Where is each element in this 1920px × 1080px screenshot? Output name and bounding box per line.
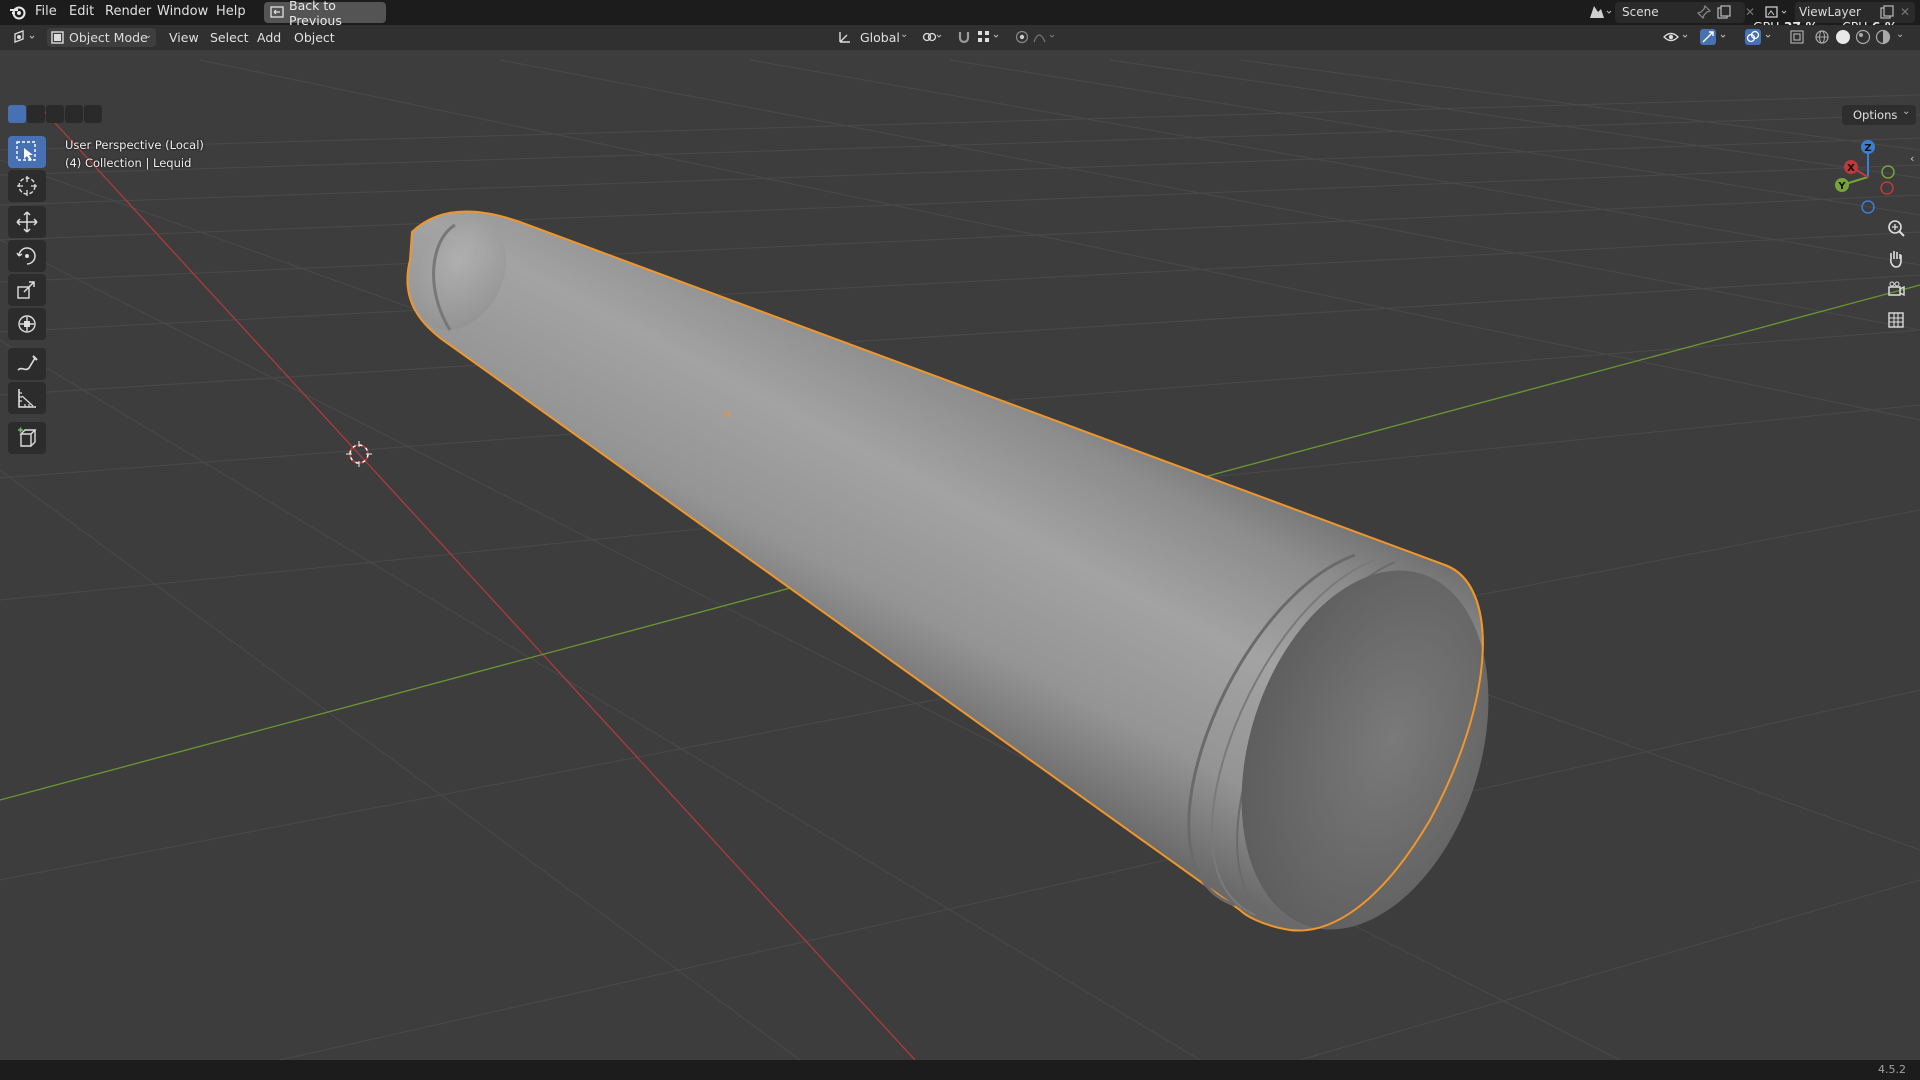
viewport-info-overlay: User Perspective (Local) (4) Collection …: [65, 136, 204, 172]
lequid-cylinder-object: [406, 210, 1489, 932]
select-box-tool[interactable]: [8, 136, 46, 168]
gizmo-neg-x-axis: [1880, 181, 1894, 195]
move-tool[interactable]: [8, 206, 46, 238]
select-extend-icon[interactable]: [27, 105, 45, 123]
scale-tool[interactable]: [8, 274, 46, 306]
snap-toggle-icon[interactable]: [957, 30, 971, 48]
measure-tool[interactable]: [8, 382, 46, 414]
menu-edit[interactable]: Edit: [69, 4, 94, 19]
pivot-point-icon[interactable]: [922, 30, 944, 48]
xray-toggle-icon[interactable]: [1790, 30, 1804, 48]
proportional-editing-icon[interactable]: [1015, 30, 1029, 48]
select-new-icon[interactable]: [8, 105, 26, 123]
object-mode-label: Object Mode: [69, 30, 148, 45]
object-mode-dropdown[interactable]: Object Mode ⌄: [47, 28, 156, 47]
gizmo-z-label: Z: [1864, 143, 1871, 154]
close-scene-icon[interactable]: ✕: [1745, 5, 1755, 19]
options-label: Options: [1853, 108, 1898, 122]
camera-icon: [1888, 281, 1905, 297]
orthographic-toggle-button[interactable]: [1882, 306, 1910, 334]
gizmo-y-label: Y: [1837, 181, 1846, 192]
header-menu-view[interactable]: View: [169, 30, 199, 45]
menu-render[interactable]: Render: [105, 4, 151, 19]
collection-info-text: (4) Collection | Lequid: [65, 156, 192, 170]
hand-icon: [1890, 251, 1902, 268]
menu-file[interactable]: File: [35, 4, 57, 19]
gizmo-x-label: X: [1847, 163, 1855, 174]
gizmo-toggle-icon[interactable]: [1700, 29, 1732, 49]
object-mode-icon: [51, 31, 64, 48]
gizmo-neg-y-axis: [1881, 165, 1895, 179]
add-cube-tool[interactable]: [8, 422, 46, 454]
header-menu-select[interactable]: Select: [210, 30, 249, 45]
falloff-curve-icon[interactable]: [1033, 30, 1061, 48]
grid-icon: [1888, 312, 1904, 328]
transform-tool[interactable]: [8, 308, 46, 340]
cursor-icon: [17, 176, 37, 196]
blender-logo-icon[interactable]: [9, 4, 27, 24]
view-layer-text: ViewLayer: [1799, 5, 1861, 19]
select-subtract-icon[interactable]: [46, 105, 64, 123]
move-icon: [16, 211, 38, 233]
material-shading-icon[interactable]: [1855, 29, 1871, 49]
version-label: 4.5.2: [1878, 1063, 1906, 1076]
navigation-gizmo[interactable]: Z Y X: [1830, 135, 1900, 215]
transform-icon: [18, 315, 36, 333]
scene-selector-icon[interactable]: [1588, 4, 1612, 24]
scale-icon: [17, 281, 35, 299]
camera-view-button[interactable]: [1882, 276, 1910, 304]
transform-orientation-icon[interactable]: [838, 30, 852, 48]
screen-back-icon: [270, 6, 284, 22]
chevron-down-icon: ⌄: [144, 30, 153, 41]
menu-help[interactable]: Help: [216, 4, 246, 19]
zoom-icon: [1888, 220, 1905, 237]
measure-icon: [18, 389, 36, 408]
overlays-icon[interactable]: [1745, 29, 1777, 49]
zoom-view-button[interactable]: [1882, 215, 1910, 243]
rotate-icon: [16, 247, 36, 265]
scene-name-text: Scene: [1622, 5, 1659, 19]
snap-target-icon[interactable]: [977, 30, 1005, 48]
shading-options-chevron-icon[interactable]: ⌄: [1896, 29, 1904, 40]
add-cube-icon: [18, 427, 37, 447]
cursor-tool[interactable]: [8, 170, 46, 202]
annotate-tool[interactable]: [8, 348, 46, 380]
chevron-down-icon: ⌄: [900, 29, 909, 40]
select-invert-icon[interactable]: [65, 105, 83, 123]
3d-viewport[interactable]: Options ⌄ User Perspective (Local) (4) C…: [0, 50, 1920, 1060]
menu-window[interactable]: Window: [157, 4, 208, 19]
selection-mode-group: [8, 105, 103, 125]
header-menu-object[interactable]: Object: [294, 30, 335, 45]
viewport-header: Object Mode ⌄ View Select Add Object Glo…: [0, 25, 1920, 50]
rendered-shading-icon[interactable]: [1875, 29, 1891, 49]
options-dropdown[interactable]: Options ⌄: [1842, 105, 1916, 125]
select-box-icon: [16, 141, 36, 161]
back-to-previous-button[interactable]: Back to Previous: [264, 0, 386, 28]
rotate-tool[interactable]: [8, 240, 46, 272]
pin-icon[interactable]: [1696, 4, 1712, 23]
editor-type-icon[interactable]: [12, 29, 40, 49]
close-view-layer-icon[interactable]: ✕: [1900, 5, 1910, 19]
select-intersect-icon[interactable]: [84, 105, 102, 123]
visibility-icon[interactable]: [1663, 30, 1693, 48]
status-bar: 4.5.2: [0, 1060, 1920, 1080]
gizmo-neg-z-axis: [1861, 200, 1875, 214]
back-to-previous-label: Back to Previous: [289, 0, 342, 28]
scene-name-field[interactable]: Scene: [1615, 2, 1745, 23]
transform-orientation-dropdown[interactable]: Global: [860, 30, 900, 45]
top-menu-bar: File Edit Render Window Help Back to Pre…: [0, 0, 1920, 34]
new-scene-icon[interactable]: [1717, 5, 1731, 23]
wireframe-shading-icon[interactable]: [1815, 30, 1829, 48]
view-name-text: User Perspective (Local): [65, 138, 204, 152]
annotate-icon: [17, 355, 38, 371]
sidebar-toggle-chevron-icon[interactable]: ‹: [1910, 152, 1914, 165]
solid-shading-icon[interactable]: [1835, 29, 1851, 49]
pan-view-button[interactable]: [1882, 245, 1910, 273]
header-menu-add[interactable]: Add: [257, 30, 281, 45]
viewport-scene[interactable]: [0, 50, 1920, 1060]
chevron-down-icon: ⌄: [1902, 106, 1911, 117]
